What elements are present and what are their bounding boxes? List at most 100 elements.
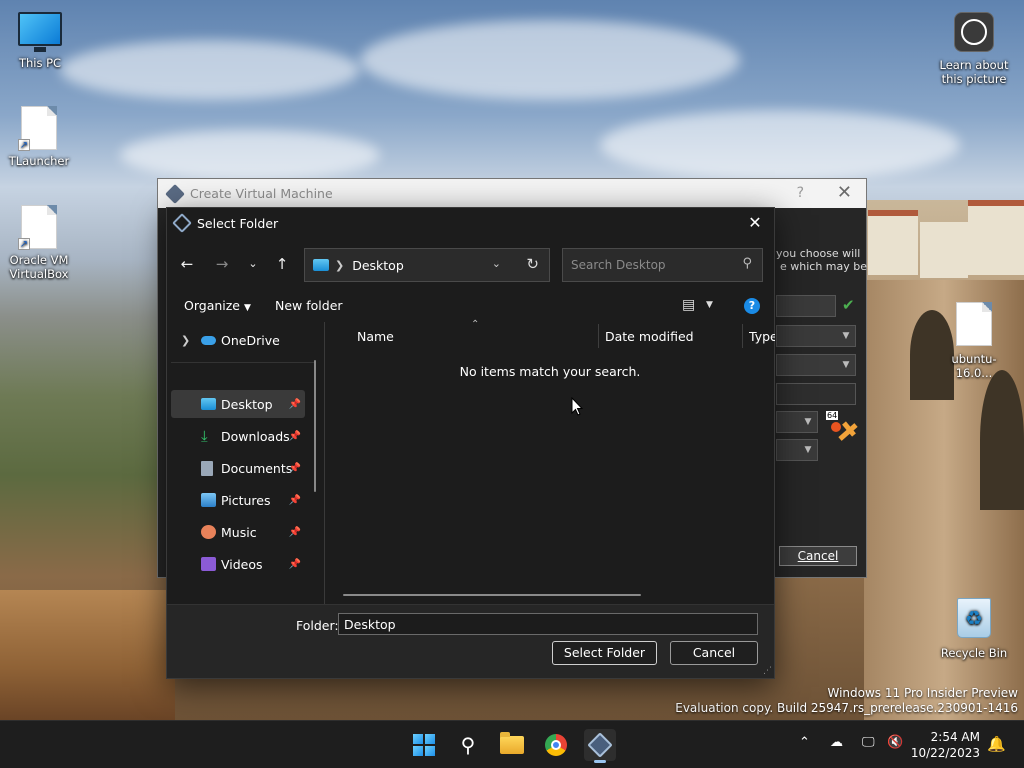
dialog-titlebar: Select Folder ✕ (167, 208, 774, 238)
watermark-line-2: Evaluation copy. Build 25947.rs_prerelea… (675, 701, 1018, 715)
search-box[interactable]: ⚲ (562, 248, 763, 282)
check-icon: ✔ (842, 296, 855, 314)
chevron-down-icon: ▼ (842, 331, 850, 341)
taskbar-search-button[interactable]: ⚲ (452, 729, 484, 761)
navigation-pane: ❯ OneDrive Desktop 📌 ⤓ Downloads 📌 Docum… (167, 322, 325, 604)
monitor-icon (18, 12, 62, 52)
show-hidden-icons-chevron-icon[interactable]: ⌃ (799, 735, 810, 750)
address-bar[interactable]: ❯ Desktop ⌄ ↻ (304, 248, 550, 282)
close-icon[interactable]: ✕ (837, 182, 852, 203)
forward-arrow-icon[interactable]: → (210, 254, 234, 274)
desktop-icon-this-pc[interactable]: This PC (2, 12, 78, 70)
vm-text-fragment: e which may be (780, 260, 868, 273)
nav-item-desktop[interactable]: Desktop 📌 (171, 390, 305, 418)
cloud-icon (201, 336, 216, 345)
chrome-icon (545, 734, 567, 756)
column-divider[interactable] (742, 324, 743, 348)
new-folder-button[interactable]: New folder (275, 298, 343, 313)
ubuntu-os-icon (830, 417, 858, 441)
windows-watermark: Windows 11 Pro Insider Preview Evaluatio… (675, 686, 1018, 716)
picture-icon (201, 493, 216, 507)
search-input[interactable] (563, 249, 723, 281)
recent-locations-chevron-icon[interactable]: ⌄ (241, 254, 265, 274)
nav-divider (171, 362, 315, 363)
virtualbox-icon (172, 213, 192, 233)
up-arrow-icon[interactable]: ↑ (270, 254, 294, 274)
volume-muted-icon[interactable]: 🔇 (887, 735, 903, 750)
desktop-icon-learn-about-picture[interactable]: Learn about this picture (936, 12, 1012, 86)
network-icon[interactable]: 🖵 (862, 735, 875, 750)
download-icon: ⤓ (201, 427, 208, 445)
column-header-name[interactable]: Name (357, 322, 597, 350)
desktop-icon-label: This PC (18, 56, 62, 70)
nav-item-label: Videos (221, 556, 263, 572)
taskbar: ⚲ ⌃ ☁ 🖵 🔇 2:54 AM 10/22/2023 🔔 (0, 720, 1024, 768)
column-header-type[interactable]: Type (749, 322, 775, 350)
refresh-icon[interactable]: ↻ (526, 255, 539, 273)
taskbar-file-explorer[interactable] (496, 729, 528, 761)
desktop-icon-virtualbox[interactable]: ↗ Oracle VM VirtualBox (1, 205, 77, 281)
notification-bell-icon[interactable]: 🔔 (987, 735, 1006, 753)
file-icon: ↗ (18, 106, 57, 151)
command-toolbar: Organize ▼ New folder ▤ ▼ ? (167, 294, 774, 320)
vm-name-field[interactable] (776, 295, 836, 317)
help-icon[interactable]: ? (744, 298, 760, 314)
nav-pane-scrollbar[interactable] (314, 360, 316, 492)
column-header-date-modified[interactable]: Date modified (605, 322, 741, 350)
chevron-right-icon: ❯ (335, 258, 345, 272)
desktop-icon-label: ubuntu-16.0... (951, 352, 997, 380)
desktop-icon-tlauncher[interactable]: ↗ TLauncher (1, 106, 77, 168)
nav-item-documents[interactable]: Documents 📌 (171, 454, 305, 482)
clock-date: 10/22/2023 (910, 746, 980, 760)
system-clock[interactable]: 2:54 AM 10/22/2023 (911, 729, 980, 761)
folder-name-input[interactable] (338, 613, 758, 635)
desktop-icon-label: Recycle Bin (940, 646, 1008, 660)
chevron-down-icon[interactable]: ▼ (706, 300, 713, 310)
vm-cancel-button[interactable]: Cancel (779, 546, 857, 566)
nav-item-pictures[interactable]: Pictures 📌 (171, 486, 305, 514)
active-indicator (594, 760, 606, 763)
nav-item-videos[interactable]: Videos 📌 (171, 550, 305, 578)
close-icon[interactable]: ✕ (744, 212, 766, 234)
pin-icon: 📌 (288, 430, 301, 442)
resize-grip-icon[interactable]: ⋰ (763, 666, 772, 676)
window-title: Create Virtual Machine (190, 186, 333, 201)
pin-icon: 📌 (288, 558, 301, 570)
taskbar-virtualbox[interactable] (584, 729, 616, 763)
column-divider[interactable] (598, 324, 599, 348)
vm-edition-select[interactable] (776, 383, 856, 405)
navigation-bar: ← → ⌄ ↑ ❯ Desktop ⌄ ↻ ⚲ (167, 246, 774, 282)
nav-item-onedrive[interactable]: ❯ OneDrive (171, 326, 305, 354)
nav-item-music[interactable]: Music 📌 (171, 518, 305, 546)
chevron-down-icon: ▼ (804, 445, 812, 455)
select-folder-dialog: Select Folder ✕ ← → ⌄ ↑ ❯ Desktop ⌄ ↻ ⚲ … (166, 207, 775, 679)
nav-item-downloads[interactable]: ⤓ Downloads 📌 (171, 422, 305, 450)
virtualbox-icon (587, 732, 613, 758)
shortcut-arrow-icon: ↗ (18, 238, 30, 250)
chevron-down-icon: ▼ (842, 360, 850, 370)
onedrive-sync-icon[interactable]: ☁ (830, 735, 843, 750)
back-arrow-icon[interactable]: ← (175, 254, 199, 274)
virtualbox-icon (165, 183, 185, 204)
horizontal-scrollbar[interactable] (343, 594, 641, 596)
chevron-down-icon[interactable]: ⌄ (492, 257, 501, 270)
select-folder-button[interactable]: Select Folder (552, 641, 657, 665)
address-current-folder: Desktop (352, 257, 404, 273)
cancel-button[interactable]: Cancel (670, 641, 758, 665)
help-button[interactable]: ? (797, 185, 804, 201)
desktop-icon-recycle-bin[interactable]: ♻ Recycle Bin (936, 598, 1012, 660)
create-vm-titlebar: Create Virtual Machine ? ✕ (158, 179, 866, 208)
search-icon: ⚲ (742, 256, 752, 271)
view-options-icon[interactable]: ▤ (682, 297, 695, 313)
start-button[interactable] (408, 729, 440, 761)
chevron-right-icon[interactable]: ❯ (181, 334, 190, 347)
desktop-icon-ubuntu[interactable]: ubuntu-16.0... (936, 302, 1012, 380)
taskbar-chrome[interactable] (540, 729, 572, 761)
organize-button[interactable]: Organize ▼ (184, 298, 251, 313)
desktop-folder-icon (313, 259, 329, 271)
pin-icon: 📌 (288, 462, 301, 474)
pin-icon: 📌 (288, 494, 301, 506)
pin-icon: 📌 (288, 526, 301, 538)
document-icon (201, 461, 213, 476)
file-list: ⌃ Name Date modified Type No items match… (325, 319, 775, 604)
